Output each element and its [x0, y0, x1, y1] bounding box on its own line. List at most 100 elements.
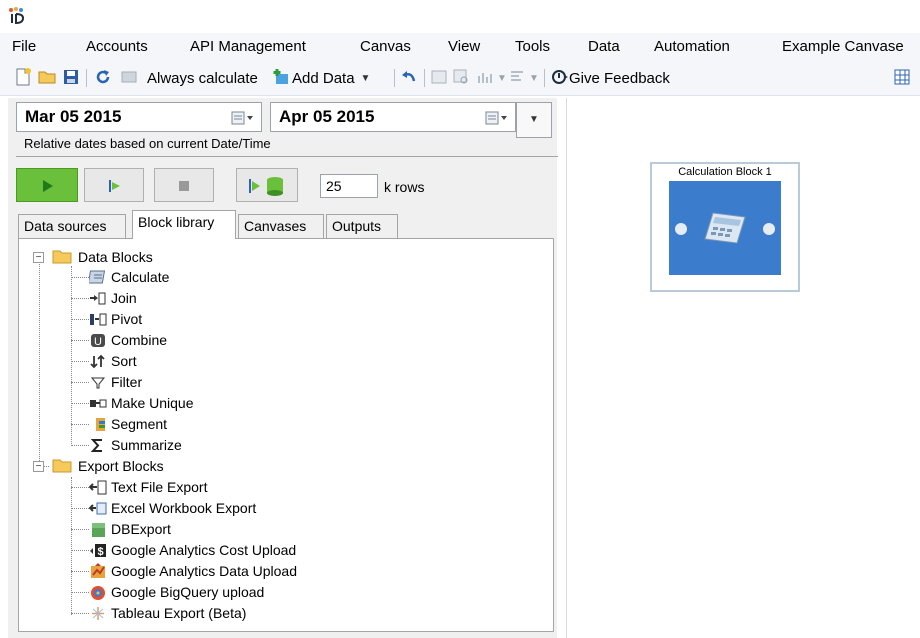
collapse-export-blocks-toggle[interactable]: − — [33, 461, 44, 472]
calc-mode-label: Always calculate — [147, 69, 258, 87]
app-logo-icon — [9, 7, 25, 25]
tree-item-sort[interactable]: Sort — [111, 353, 137, 369]
chevron-down-icon: ▼ — [497, 73, 507, 84]
calendar-dropdown-icon[interactable] — [231, 111, 255, 125]
tree-connector — [71, 277, 89, 278]
menu-accounts[interactable]: Accounts — [86, 38, 148, 55]
tree-item-text-file-export[interactable]: Text File Export — [111, 479, 207, 495]
tab-canvases[interactable]: Canvases — [238, 214, 324, 238]
tree-connector — [71, 319, 89, 320]
canvas-area[interactable]: Calculation Block 1 — [566, 98, 920, 638]
tree-group-data-blocks[interactable]: Data Blocks — [78, 249, 153, 265]
combine-icon: U — [91, 334, 105, 348]
toolbar: Always calculate ▼ Add Data ▼ ▼ ▼ Give F… — [0, 60, 920, 96]
tree-connector — [39, 257, 40, 467]
flag-play-icon — [109, 180, 120, 192]
calendar-dropdown-icon[interactable] — [485, 111, 509, 125]
tree-item-tableau-export[interactable]: Tableau Export (Beta) — [111, 605, 246, 621]
give-feedback-button[interactable]: Give Feedback — [569, 67, 670, 89]
calc-mode-select[interactable]: Always calculate ▼ — [147, 67, 284, 89]
left-panel: Mar 05 2015 Apr 05 2015 ▼ Relative dates… — [8, 98, 558, 638]
tree-connector — [71, 445, 89, 446]
stop-button[interactable] — [154, 168, 214, 202]
dollar-upload-icon: $ — [90, 544, 106, 558]
menu-example-canvases[interactable]: Example Canvase — [782, 38, 904, 55]
menu-file[interactable]: File — [12, 38, 36, 55]
tree-connector — [71, 298, 89, 299]
excel-export-icon — [89, 502, 107, 515]
grid-icon[interactable] — [893, 68, 911, 86]
calculation-block[interactable]: Calculation Block 1 — [650, 162, 800, 292]
tree-item-join[interactable]: Join — [111, 290, 137, 306]
menu-view[interactable]: View — [448, 38, 480, 55]
output-port[interactable] — [763, 223, 775, 235]
tree-item-calculate[interactable]: Calculate — [111, 269, 169, 285]
tree-connector — [71, 592, 89, 593]
menu-tools[interactable]: Tools — [515, 38, 550, 55]
menu-automation[interactable]: Automation — [654, 38, 730, 55]
filter-icon — [90, 377, 106, 389]
tree-group-export-blocks[interactable]: Export Blocks — [78, 458, 164, 474]
run-step-button[interactable] — [84, 168, 144, 202]
relative-dates-label: Relative dates based on current Date/Tim… — [24, 136, 271, 151]
undo-icon[interactable] — [400, 68, 418, 86]
text-file-export-icon — [89, 480, 107, 495]
toolbar-separator — [544, 69, 545, 87]
input-port[interactable] — [675, 223, 687, 235]
give-feedback-label: Give Feedback — [569, 69, 670, 87]
svg-text:U: U — [94, 336, 102, 348]
sigma-icon — [90, 439, 102, 452]
tree-item-make-unique[interactable]: Make Unique — [111, 395, 194, 411]
menu-data[interactable]: Data — [588, 38, 620, 55]
save-icon[interactable] — [62, 68, 80, 86]
calculator-icon — [704, 212, 746, 244]
make-unique-icon — [90, 399, 107, 408]
rows-limit-input[interactable]: 25 — [320, 174, 378, 198]
menu-api-management[interactable]: API Management — [190, 38, 306, 55]
end-date-picker[interactable]: Apr 05 2015 — [270, 102, 516, 132]
tree-item-bigquery-upload[interactable]: Google BigQuery upload — [111, 584, 264, 600]
new-document-icon[interactable] — [14, 68, 32, 86]
tree-item-ga-cost-upload[interactable]: Google Analytics Cost Upload — [111, 542, 296, 558]
tree-item-ga-data-upload[interactable]: Google Analytics Data Upload — [111, 563, 297, 579]
tree-connector — [71, 382, 89, 383]
tree-connector — [71, 508, 89, 509]
collapse-data-blocks-toggle[interactable]: − — [33, 252, 44, 263]
tab-data-sources[interactable]: Data sources — [18, 214, 126, 238]
ga-data-upload-icon — [91, 563, 105, 578]
tree-connector — [71, 361, 89, 362]
tree-item-excel-workbook-export[interactable]: Excel Workbook Export — [111, 500, 256, 516]
tree-item-filter[interactable]: Filter — [111, 374, 142, 390]
folder-icon — [52, 459, 72, 473]
menu-bar: File Accounts API Management Canvas View… — [0, 33, 920, 60]
join-icon — [90, 292, 106, 305]
bigquery-icon — [91, 586, 105, 600]
start-date-picker[interactable]: Mar 05 2015 — [16, 102, 262, 132]
calculation-block-body[interactable] — [669, 181, 781, 275]
date-range-dropdown[interactable]: ▼ — [516, 102, 552, 138]
tree-connector — [71, 340, 89, 341]
run-to-database-button[interactable] — [236, 168, 298, 202]
tree-connector — [71, 487, 89, 488]
block-library-tree: − Data Blocks Calculate Join Pivot U Com… — [18, 238, 554, 632]
tree-item-summarize[interactable]: Summarize — [111, 437, 182, 453]
calculator-icon — [89, 270, 106, 284]
align-disabled-icon — [511, 71, 523, 81]
tree-connector — [71, 529, 89, 530]
title-bar — [0, 0, 920, 33]
tab-outputs[interactable]: Outputs — [326, 214, 398, 238]
run-button[interactable] — [16, 168, 78, 202]
add-data-icon — [273, 69, 288, 84]
tree-item-pivot[interactable]: Pivot — [111, 311, 142, 327]
tree-item-dbexport[interactable]: DBExport — [111, 521, 171, 537]
tree-item-combine[interactable]: Combine — [111, 332, 167, 348]
run-database-icon — [249, 177, 283, 196]
add-data-button[interactable]: Add Data ▼ — [292, 67, 370, 89]
refresh-icon[interactable] — [94, 68, 112, 86]
tab-block-library[interactable]: Block library — [132, 210, 236, 239]
menu-canvas[interactable]: Canvas — [360, 38, 411, 55]
add-data-label: Add Data — [292, 69, 355, 87]
tree-item-segment[interactable]: Segment — [111, 416, 167, 432]
calculation-block-title: Calculation Block 1 — [678, 166, 772, 178]
open-folder-icon[interactable] — [38, 68, 56, 86]
